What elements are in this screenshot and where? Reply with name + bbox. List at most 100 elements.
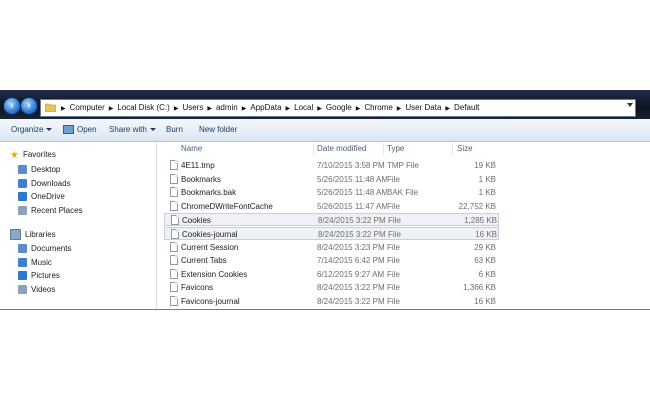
file-type: File xyxy=(387,297,400,306)
file-name: Favicons-journal xyxy=(181,297,240,306)
breadcrumb-item[interactable]: admin xyxy=(216,103,238,112)
share-label: Share with xyxy=(109,125,147,134)
breadcrumb-separator-icon[interactable]: ▶ xyxy=(207,106,212,112)
sidebar-item-label: Documents xyxy=(31,244,72,253)
recent-places-icon xyxy=(18,205,27,215)
forward-button[interactable]: › xyxy=(20,97,38,115)
file-size: 1 KB xyxy=(478,188,496,198)
file-type: File xyxy=(388,216,401,226)
sidebar-item-label: Downloads xyxy=(31,178,71,188)
nav-libraries[interactable]: Libraries xyxy=(10,229,56,241)
sidebar-item[interactable]: Music xyxy=(18,257,52,269)
folder-icon xyxy=(45,103,56,112)
table-row[interactable]: Favicons-journal 8/24/2015 3:22 PM File 16 … xyxy=(164,295,499,308)
sidebar-item[interactable]: Pictures xyxy=(18,270,60,282)
file-type: BAK File xyxy=(387,188,419,198)
sidebar-item[interactable]: Recent Places xyxy=(18,205,83,217)
breadcrumb-separator-icon[interactable]: ▶ xyxy=(61,106,66,112)
file-icon xyxy=(170,187,178,198)
sidebar-item[interactable]: Videos xyxy=(18,284,55,296)
breadcrumb-item[interactable]: Default xyxy=(454,103,479,112)
breadcrumb-separator-icon[interactable]: ▶ xyxy=(109,106,114,112)
table-row[interactable]: Favicons 8/24/2015 3:22 PM File 1,366 KB xyxy=(164,281,499,294)
breadcrumb-separator-icon[interactable]: ▶ xyxy=(356,106,361,112)
sidebar-item[interactable]: Documents xyxy=(18,243,71,255)
file-type: File xyxy=(387,283,400,293)
file-type: TMP File xyxy=(387,161,419,170)
breadcrumb-separator-icon[interactable]: ▶ xyxy=(242,106,247,112)
column-divider[interactable] xyxy=(313,143,314,155)
file-size: 1,285 KB xyxy=(464,216,497,226)
column-divider[interactable] xyxy=(383,143,384,155)
sidebar-item[interactable]: OneDrive xyxy=(18,191,65,203)
file-size: 19 KB xyxy=(474,161,496,170)
star-icon: ★ xyxy=(10,150,19,162)
file-name: Cookies xyxy=(182,216,211,226)
breadcrumb-item[interactable]: Local xyxy=(294,103,313,112)
breadcrumb-item[interactable]: Google xyxy=(326,103,352,112)
breadcrumb-separator-icon[interactable]: ▶ xyxy=(286,106,291,112)
breadcrumb-item[interactable]: Computer xyxy=(70,103,105,112)
file-icon xyxy=(170,296,178,306)
file-name: Extension Cookies xyxy=(181,269,248,279)
table-row[interactable]: Bookmarks.bak 5/26/2015 11:48 AM BAK File 1… xyxy=(164,186,499,199)
nav-favorites[interactable]: ★ Favorites xyxy=(10,149,56,161)
column-header-size[interactable]: Size xyxy=(457,142,473,156)
videos-icon xyxy=(18,284,27,294)
pane-splitter[interactable] xyxy=(156,142,157,309)
file-name: Bookmarks xyxy=(181,174,222,184)
sidebar-item[interactable]: Desktop xyxy=(18,164,60,176)
file-size: 22,752 KB xyxy=(458,201,496,211)
sidebar-item[interactable]: Downloads xyxy=(18,178,71,190)
documents-icon xyxy=(18,244,27,254)
file-type: File xyxy=(387,201,400,211)
file-icon xyxy=(170,160,178,170)
table-row[interactable]: 4E11.tmp 7/10/2015 3:58 PM TMP File 19 KB xyxy=(164,159,499,172)
file-list: Name Date modified Type Size 4E11.tmp 7/1… xyxy=(164,142,650,309)
organize-button[interactable]: Organize xyxy=(11,124,53,136)
sidebar-item-label: Desktop xyxy=(31,165,61,174)
address-history-icon[interactable] xyxy=(627,103,633,107)
new-folder-button[interactable]: New folder xyxy=(199,124,237,136)
back-button[interactable]: ‹ xyxy=(3,97,21,115)
table-row[interactable]: Current Tabs 7/14/2015 6:42 PM File 63 KB xyxy=(164,254,499,267)
burn-button[interactable]: Burn xyxy=(166,124,183,136)
breadcrumb-item[interactable]: AppData xyxy=(250,103,281,112)
file-date: 8/24/2015 3:23 PM xyxy=(317,242,385,252)
open-button[interactable]: Open xyxy=(63,124,97,136)
table-row[interactable]: Bookmarks 5/26/2015 11:48 AM File 1 KB xyxy=(164,173,499,186)
table-row[interactable]: Extension Cookies 6/12/2015 9:27 AM File 6 … xyxy=(164,268,499,281)
table-row[interactable]: Current Session 8/24/2015 3:23 PM File 29 K… xyxy=(164,241,499,254)
column-header-type[interactable]: Type xyxy=(387,142,404,156)
table-row[interactable]: Cookies 8/24/2015 3:22 PM File 1,285 KB xyxy=(164,213,499,227)
music-icon xyxy=(18,257,27,267)
breadcrumb-item[interactable]: Chrome xyxy=(364,103,392,112)
share-with-button[interactable]: Share with xyxy=(109,124,156,136)
file-name: ChromeDWriteFontCache xyxy=(181,201,273,211)
breadcrumb-item[interactable]: Local Disk (C:) xyxy=(117,103,169,112)
burn-label: Burn xyxy=(166,125,183,134)
file-type: File xyxy=(388,230,401,239)
table-row[interactable]: ChromeDWriteFontCache 5/26/2015 11:47 AM F… xyxy=(164,200,499,213)
breadcrumb-item[interactable]: Users xyxy=(182,103,203,112)
explorer-window: ‹ › ▶ Computer ▶ Local Disk (C:) ▶ Users ▶ admi… xyxy=(0,90,650,310)
file-type: File xyxy=(387,242,400,252)
table-row[interactable]: Cookies-journal 8/24/2015 3:22 PM File 16 K… xyxy=(164,227,499,240)
file-icon xyxy=(171,229,179,239)
sidebar-item-label: OneDrive xyxy=(31,192,65,201)
pictures-icon xyxy=(18,271,27,281)
breadcrumb-separator-icon[interactable]: ▶ xyxy=(397,106,402,112)
breadcrumb-separator-icon[interactable]: ▶ xyxy=(317,106,322,112)
address-bar[interactable]: ▶ Computer ▶ Local Disk (C:) ▶ Users ▶ admin ▶ Ap… xyxy=(40,99,636,117)
file-date: 7/10/2015 3:58 PM xyxy=(317,161,385,170)
breadcrumb-item[interactable]: User Data xyxy=(405,103,441,112)
chevron-down-icon xyxy=(46,128,53,132)
column-header-date[interactable]: Date modified xyxy=(317,142,366,156)
file-size: 1,366 KB xyxy=(463,283,496,293)
file-name: Cookies-journal xyxy=(182,230,238,239)
column-header-name[interactable]: Name xyxy=(181,142,202,156)
breadcrumb-separator-icon[interactable]: ▶ xyxy=(174,106,179,112)
column-divider[interactable] xyxy=(452,143,453,155)
file-name: Current Tabs xyxy=(181,256,227,266)
breadcrumb-separator-icon[interactable]: ▶ xyxy=(445,106,450,112)
